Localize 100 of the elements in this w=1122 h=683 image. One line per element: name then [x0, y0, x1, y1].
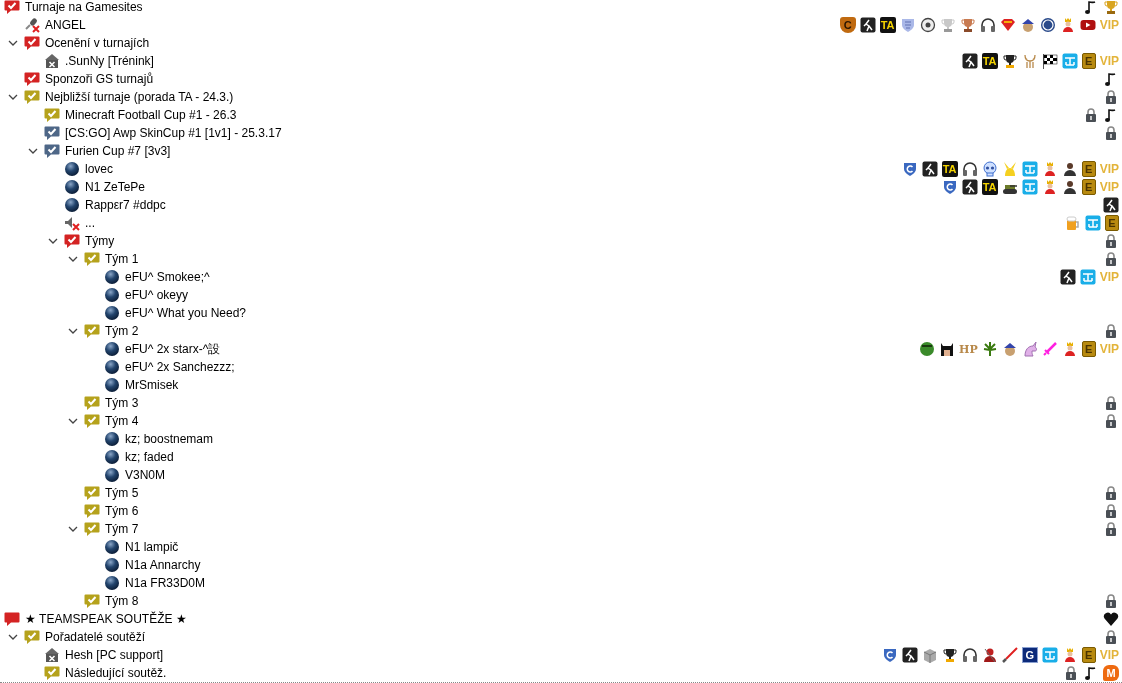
runner-icon — [1103, 197, 1119, 213]
person-icon — [1061, 161, 1078, 177]
user-name[interactable]: Hesh [PC support] — [65, 647, 164, 663]
user-name[interactable]: eFU^ 2x Sanchezzz; — [125, 359, 235, 375]
headphones-icon — [961, 647, 978, 663]
channel-name[interactable]: Tým 5 — [105, 485, 139, 501]
lock-icon — [1103, 125, 1119, 141]
user-status-icon — [104, 377, 120, 393]
c-shield-icon: C — [839, 17, 856, 33]
user-name[interactable]: eFU^ What you Need? — [125, 305, 247, 321]
shield-icon — [901, 161, 918, 177]
away-icon — [44, 647, 60, 663]
lock-icon — [1083, 107, 1099, 123]
lock-icon — [1103, 521, 1119, 537]
ta-icon: TA — [981, 179, 998, 195]
heart-icon — [1103, 611, 1119, 627]
user-name[interactable]: MrSmisek — [125, 377, 179, 393]
emblem-icon — [999, 17, 1016, 33]
channel-name[interactable]: Tým 2 — [105, 323, 139, 339]
user-name[interactable]: eFU^ okeyy — [125, 287, 188, 303]
runner-icon — [921, 161, 938, 177]
disc-icon — [919, 17, 936, 33]
user-name[interactable]: kz; boostnemam — [125, 431, 214, 447]
chevron-icon[interactable] — [8, 94, 18, 100]
vip-icon: VIP — [1099, 17, 1119, 33]
channel-name[interactable]: Tým 3 — [105, 395, 139, 411]
shield-icon — [881, 647, 898, 663]
user-status-icon — [104, 557, 120, 573]
lightsaber-icon — [1001, 647, 1018, 663]
lock-icon — [1063, 665, 1079, 681]
channel-name[interactable]: Sponzoři GS turnajů — [45, 71, 154, 87]
user-name[interactable]: .SunNy [Trénink] — [65, 53, 154, 69]
user-status-icon — [104, 431, 120, 447]
user-status-icon — [104, 305, 120, 321]
channel-name[interactable]: Následující soutěž. — [65, 665, 167, 681]
lock-icon — [1103, 503, 1119, 519]
mug-icon — [1065, 215, 1081, 231]
user-name[interactable]: eFU^ 2x starx-^設 — [125, 341, 221, 357]
user-name[interactable]: ... — [85, 215, 95, 231]
umbrella-table-icon — [1085, 215, 1101, 231]
chevron-icon[interactable] — [68, 256, 78, 262]
channel-name[interactable]: [CS:GO] Awp SkinCup #1 [1v1] - 25.3.17 — [65, 125, 282, 141]
channel-name[interactable]: ★ TEAMSPEAK SOUTĚŽE ★ — [25, 611, 187, 627]
headphones-icon — [961, 161, 978, 177]
play-icon — [1079, 17, 1096, 33]
chevron-icon[interactable] — [28, 148, 38, 154]
user-status-icon — [104, 287, 120, 303]
unicorn-icon — [1021, 341, 1038, 357]
user-status-icon — [104, 449, 120, 465]
ta-icon: TA — [941, 161, 958, 177]
e-icon: E — [1105, 215, 1119, 231]
user-name[interactable]: N1a FR33D0M — [125, 575, 206, 591]
trophy-icon — [959, 17, 976, 33]
shield-icon — [899, 17, 916, 33]
checkered-flag-icon — [1041, 53, 1058, 69]
user-name[interactable]: ANGEL — [45, 17, 86, 33]
runner-icon — [859, 17, 876, 33]
vip-icon: VIP — [1099, 53, 1119, 69]
trophy-icon — [1103, 0, 1119, 15]
channel-name[interactable]: Tým 6 — [105, 503, 139, 519]
channel-name[interactable]: Minecraft Football Cup #1 - 26.3 — [65, 107, 237, 123]
user-name[interactable]: lovec — [85, 161, 113, 177]
user-name[interactable]: eFU^ Smokee;^ — [125, 269, 210, 285]
e-icon: E — [1081, 161, 1096, 177]
lock-icon — [1103, 323, 1119, 339]
umbrella-table-icon — [1021, 161, 1038, 177]
chevron-icon[interactable] — [8, 634, 18, 640]
hp-icon: HP — [959, 341, 978, 357]
user-name[interactable]: V3N0M — [125, 467, 165, 483]
channel-name[interactable]: Tým 4 — [105, 413, 139, 429]
lock-icon — [1103, 485, 1119, 501]
chevron-icon[interactable] — [68, 418, 78, 424]
channel-name[interactable]: Pořadatelé soutěží — [45, 629, 146, 645]
chevron-icon[interactable] — [48, 238, 58, 244]
user-name[interactable]: kz; faded — [125, 449, 174, 465]
chevron-icon[interactable] — [68, 328, 78, 334]
channel-name[interactable]: Týmy — [85, 233, 115, 249]
channel-name[interactable]: Furien Cup #7 [3v3] — [65, 143, 171, 159]
channel-name[interactable]: Tým 1 — [105, 251, 139, 267]
vip-icon: VIP — [1099, 179, 1119, 195]
roundel-icon — [1039, 17, 1056, 33]
umbrella-table-icon — [1079, 269, 1096, 285]
channel-name[interactable]: Nejbližší turnaje (porada TA - 24.3.) — [45, 89, 234, 105]
channel-name[interactable]: Turnaje na Gamesites — [25, 0, 143, 15]
user-name[interactable]: N1 lampič — [125, 539, 179, 555]
channel-name[interactable]: Tým 7 — [105, 521, 139, 537]
vip-icon: VIP — [1099, 647, 1119, 663]
chevron-icon[interactable] — [8, 40, 18, 46]
g-icon: G — [1021, 647, 1038, 663]
user-status-icon — [64, 161, 80, 177]
user-status-icon — [104, 341, 120, 357]
channel-name[interactable]: Tým 8 — [105, 593, 139, 609]
user-name[interactable]: N1a Annarchy — [125, 557, 201, 573]
away-icon — [44, 53, 60, 69]
chevron-icon[interactable] — [68, 526, 78, 532]
channel-name[interactable]: Ocenění v turnajích — [45, 35, 150, 51]
figure-icon — [981, 647, 998, 663]
user-name[interactable]: Rappεr7 #ddpc — [85, 197, 166, 213]
speaker-muted-icon — [64, 215, 80, 231]
user-name[interactable]: N1 ZeTePe — [85, 179, 146, 195]
